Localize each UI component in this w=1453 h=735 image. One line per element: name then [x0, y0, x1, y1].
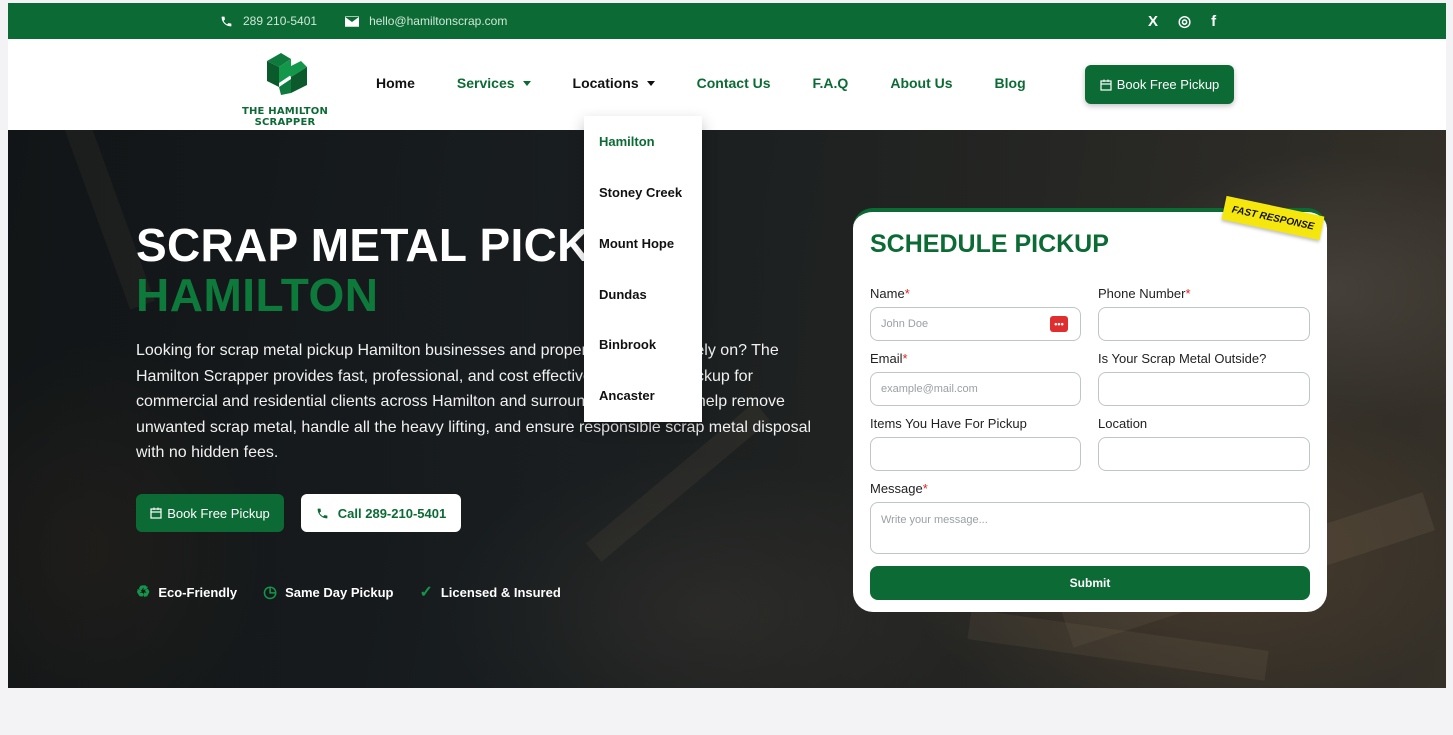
submit-button[interactable]: Submit [870, 566, 1310, 600]
hero-description: Looking for scrap metal pickup Hamilton … [136, 342, 812, 461]
facebook-icon[interactable]: f [1211, 13, 1216, 30]
hero-book-pickup-label: Book Free Pickup [167, 505, 270, 521]
outside-label: Is Your Scrap Metal Outside? [1098, 351, 1267, 366]
clock-icon: ◷ [263, 584, 278, 601]
hero-title-line2: HAMILTON [136, 269, 379, 321]
logo[interactable]: THE HAMILTON SCRAPPER [220, 51, 350, 128]
nav-item-label: Contact Us [696, 75, 771, 91]
name-field[interactable]: John Doe ••• [870, 307, 1081, 341]
email-link[interactable]: hello@hamiltonscrap.com [345, 14, 507, 28]
logo-text: THE HAMILTON SCRAPPER [241, 106, 329, 128]
check-circle-icon: ✓ [419, 584, 433, 601]
email-field[interactable]: example@mail.com [870, 372, 1081, 406]
envelope-icon [345, 15, 360, 27]
feature-label: Eco-Friendly [158, 584, 238, 600]
nav-item-label: Home [376, 75, 415, 91]
chevron-down-icon [522, 80, 531, 86]
feature-licensed: ✓ Licensed & Insured [419, 582, 560, 602]
nav-book-pickup-label: Book Free Pickup [1116, 77, 1220, 92]
hero-title-line1: SCRAP METAL PICKUP [136, 219, 656, 271]
calendar-icon [1100, 79, 1112, 91]
nav-item-label: About Us [890, 75, 953, 91]
message-label: Message* [870, 481, 928, 496]
items-label: Items You Have For Pickup [870, 416, 1027, 431]
email-label: Email* [870, 351, 908, 366]
nav-item-services[interactable]: Services [457, 75, 531, 91]
nav-item-label: Locations [572, 75, 639, 91]
phone-icon [221, 16, 232, 26]
nav-item-about[interactable]: About Us [890, 75, 952, 91]
top-contact-bar: 289 210-5401 hello@hamiltonscrap.com X ◎… [8, 3, 1446, 39]
instagram-icon[interactable]: ◎ [1178, 12, 1191, 30]
nav-item-home[interactable]: Home [376, 75, 415, 91]
location-field[interactable] [1098, 437, 1310, 471]
nav-item-locations[interactable]: Locations [573, 75, 655, 91]
required-mark: * [1185, 286, 1191, 301]
schedule-pickup-form: FAST RESPONSE SCHEDULE PICKUP Name* John… [853, 195, 1327, 612]
phone-field[interactable] [1098, 307, 1310, 341]
feature-same-day: ◷ Same Day Pickup [263, 582, 393, 602]
x-icon[interactable]: X [1148, 13, 1158, 30]
nav-item-label: Blog [994, 75, 1026, 91]
password-manager-icon[interactable]: ••• [1050, 316, 1068, 332]
nav-item-blog[interactable]: Blog [995, 75, 1026, 91]
feature-eco: ♻ Eco-Friendly [136, 582, 237, 602]
feature-label: Same Day Pickup [285, 584, 394, 600]
dropdown-item-stoney-creek[interactable]: Stoney Creek [599, 185, 682, 200]
message-field[interactable]: Write your message... [870, 502, 1310, 554]
phone-text: 289 210-5401 [243, 14, 318, 28]
nav-item-label: F.A.Q [812, 75, 849, 91]
required-mark: * [904, 286, 910, 301]
dropdown-item-mount-hope[interactable]: Mount Hope [599, 236, 674, 251]
nav-item-label: Services [456, 75, 515, 91]
email-text: hello@hamiltonscrap.com [369, 14, 508, 28]
hero-features: ♻ Eco-Friendly ◷ Same Day Pickup ✓ Licensed… [136, 582, 561, 602]
nav-menu: Home Services Locations Contact Us F.A.Q… [376, 75, 1068, 91]
dropdown-item-dundas[interactable]: Dundas [599, 287, 647, 302]
nav-book-pickup-button[interactable]: Book Free Pickup [1085, 65, 1234, 104]
form-title: SCHEDULE PICKUP [870, 230, 1109, 258]
phone-label: Phone Number* [1098, 286, 1191, 301]
logo-mark-icon [267, 53, 307, 95]
phone-label-text: Phone Number [1098, 286, 1186, 301]
required-mark: * [922, 481, 928, 496]
required-mark: * [902, 351, 908, 366]
chevron-down-icon [646, 80, 655, 86]
items-field[interactable] [870, 437, 1081, 471]
location-label: Location [1098, 416, 1148, 431]
scrap-outside-field[interactable] [1098, 372, 1310, 406]
hero-call-button[interactable]: Call 289-210-5401 [301, 494, 461, 532]
nav-item-contact[interactable]: Contact Us [697, 75, 771, 91]
name-label: Name* [870, 286, 910, 301]
nav-item-faq[interactable]: F.A.Q [813, 75, 849, 91]
contact-info: 289 210-5401 hello@hamiltonscrap.com [220, 14, 525, 28]
hero-call-label: Call 289-210-5401 [337, 505, 447, 521]
message-label-text: Message [870, 481, 923, 496]
phone-link[interactable]: 289 210-5401 [220, 14, 317, 28]
locations-dropdown: Hamilton Stoney Creek Mount Hope Dundas … [584, 116, 702, 422]
hero-section: SCRAP METAL PICKUP HAMILTON Looking for … [8, 130, 1446, 688]
feature-label: Licensed & Insured [440, 584, 561, 600]
page: 289 210-5401 hello@hamiltonscrap.com X ◎… [0, 0, 1453, 735]
hero-book-pickup-button[interactable]: Book Free Pickup [136, 494, 284, 532]
main-navigation: THE HAMILTON SCRAPPER Home Services Loca… [8, 39, 1446, 130]
message-placeholder: Write your message... [881, 514, 988, 526]
recycle-icon: ♻ [136, 584, 151, 601]
dropdown-item-hamilton[interactable]: Hamilton [599, 134, 655, 149]
phone-icon [317, 508, 328, 518]
name-placeholder: John Doe [881, 318, 929, 330]
social-links: X ◎ f [1148, 12, 1216, 31]
dropdown-item-ancaster[interactable]: Ancaster [599, 388, 655, 403]
calendar-icon [150, 507, 162, 519]
name-label-text: Name [870, 286, 905, 301]
email-label-text: Email [870, 351, 903, 366]
email-placeholder: example@mail.com [881, 383, 978, 395]
dropdown-item-binbrook[interactable]: Binbrook [599, 337, 656, 352]
